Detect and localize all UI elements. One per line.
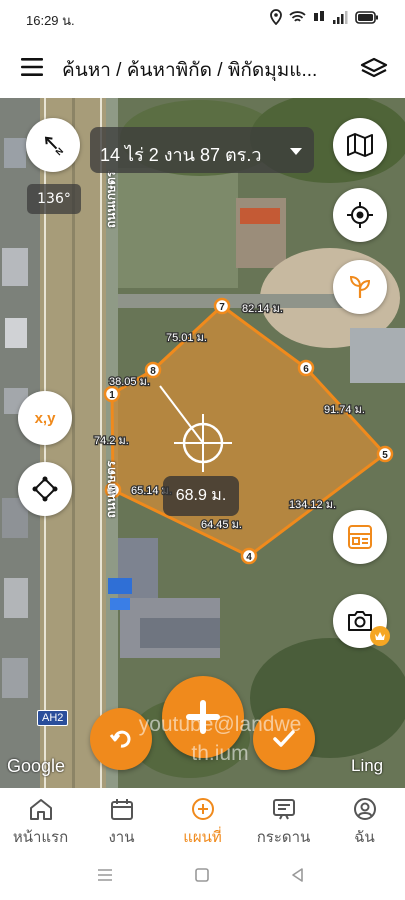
breadcrumb: ค้นหา / ค้นหาพิกัด / พิกัดมุมแ... xyxy=(62,60,318,81)
map-view[interactable]: 1 2 4 5 6 7 8 38.05 ม. 75.01 ม. 82.14 ม. 91.74 ม. 1… xyxy=(0,98,405,788)
board-icon xyxy=(272,799,295,820)
current-distance-readout: 68.9 ม. xyxy=(163,476,239,516)
undo-button[interactable] xyxy=(90,708,152,770)
vertex-marker[interactable]: 4 xyxy=(240,547,258,565)
home-nav-icon[interactable] xyxy=(194,867,210,883)
nav-item-map[interactable]: แผนที่ xyxy=(162,788,243,850)
edge-length-label: 91.74 ม. xyxy=(324,404,365,416)
camera-button[interactable] xyxy=(333,594,390,648)
signal-icon xyxy=(333,11,348,24)
mobile-data-icon xyxy=(314,11,324,21)
nav-item-board[interactable]: กระดาน xyxy=(243,788,324,850)
nav-label: แผนที่ xyxy=(183,829,222,846)
vertex-marker[interactable]: 7 xyxy=(213,297,231,315)
back-icon[interactable] xyxy=(290,867,306,883)
vertex-number: 4 xyxy=(246,552,252,563)
crosshair-target-icon xyxy=(347,202,373,228)
road-name-label: ถนนเกษตร xyxy=(104,170,118,228)
edge-length-label: 74.2 ม. xyxy=(94,435,129,447)
vertex-marker[interactable]: 5 xyxy=(376,445,394,463)
wifi-icon xyxy=(289,11,306,22)
nav-label: หน้าแรก xyxy=(12,829,69,846)
nav-label: กระดาน xyxy=(256,829,311,846)
nav-item-home[interactable]: หน้าแรก xyxy=(0,788,81,850)
nav-label: ฉัน xyxy=(354,829,375,846)
highway-badge: AH2 xyxy=(37,710,69,726)
status-time: 16:29 น. xyxy=(26,13,75,28)
xy-coordinate-button[interactable]: x,y xyxy=(18,391,72,445)
camera-icon xyxy=(348,611,372,631)
sprout-icon xyxy=(349,275,371,298)
edge-length-label: 38.05 ม. xyxy=(109,376,150,388)
calendar-icon xyxy=(110,799,133,820)
compass-icon: N xyxy=(44,136,65,157)
google-logo: Google xyxy=(7,756,66,776)
report-icon xyxy=(348,525,372,549)
status-bar: 16:29 น. xyxy=(0,0,405,36)
nav-item-jobs[interactable]: งาน xyxy=(81,788,162,850)
shape-edit-button[interactable] xyxy=(18,462,72,516)
heading-readout: 136° xyxy=(27,184,81,214)
plus-icon xyxy=(186,700,220,734)
area-summary-dropdown[interactable]: 14 ไร่ 2 งาน 87 ตร.ว xyxy=(90,127,314,173)
compass-button[interactable]: N xyxy=(26,118,80,172)
vertex-number: 5 xyxy=(382,450,388,461)
vertex-marker[interactable]: 8 xyxy=(144,361,162,379)
edge-length-label: 134.12 ม. xyxy=(289,499,336,511)
layers-icon[interactable] xyxy=(359,56,389,80)
hamburger-menu-icon[interactable] xyxy=(20,56,44,78)
vertex-number: 7 xyxy=(219,302,225,313)
user-icon xyxy=(353,798,376,820)
battery-icon xyxy=(355,10,378,24)
home-icon xyxy=(29,799,52,820)
app-bar: ค้นหา / ค้นหาพิกัด / พิกัดมุมแ... xyxy=(0,36,405,98)
map-icon xyxy=(347,133,373,157)
edge-length-label: 82.14 ม. xyxy=(242,303,283,315)
area-summary-text: 14 ไร่ 2 งาน 87 ตร.ว xyxy=(100,145,262,165)
vertex-marker[interactable]: 1 xyxy=(103,385,121,403)
my-location-button[interactable] xyxy=(333,188,387,242)
crown-premium-icon xyxy=(370,626,390,646)
vertex-number: 1 xyxy=(109,390,115,401)
status-icons xyxy=(270,9,379,25)
xy-label: x,y xyxy=(34,409,56,427)
undo-icon xyxy=(109,730,131,748)
location-icon xyxy=(270,9,282,25)
chevron-down-icon xyxy=(290,148,302,155)
check-icon xyxy=(273,730,295,747)
report-button[interactable] xyxy=(333,510,387,564)
system-navigation-bar xyxy=(0,850,405,900)
bottom-navigation: หน้าแรก งาน แผนที่ กระดาน ฉัน xyxy=(0,788,405,850)
road-name-label: ถนนเกษตร xyxy=(104,460,118,518)
nav-item-me[interactable]: ฉัน xyxy=(324,788,405,850)
ling-logo: Ling xyxy=(351,756,384,775)
map-type-button[interactable] xyxy=(333,118,387,172)
nav-label: งาน xyxy=(108,829,135,846)
vertex-number: 6 xyxy=(303,364,309,375)
plant-button[interactable] xyxy=(333,260,387,314)
add-point-button[interactable] xyxy=(162,676,244,758)
vertex-marker[interactable]: 6 xyxy=(297,359,315,377)
polygon-shape-icon xyxy=(32,476,58,502)
recent-apps-icon[interactable] xyxy=(96,867,114,883)
map-add-icon xyxy=(191,798,214,820)
edge-length-label: 64.45 ม. xyxy=(201,519,242,531)
edge-length-label: 75.01 ม. xyxy=(166,332,207,344)
vertex-number: 8 xyxy=(150,366,156,377)
done-button[interactable] xyxy=(253,708,315,770)
